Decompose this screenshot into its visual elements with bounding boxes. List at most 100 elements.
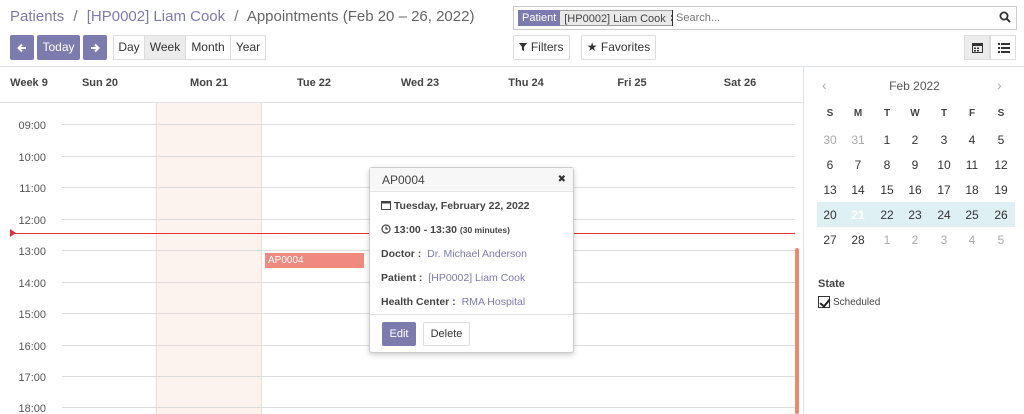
breadcrumb-patient[interactable]: [HP0002] Liam Cook: [87, 8, 225, 25]
mini-calendar-day[interactable]: 12: [987, 155, 1015, 175]
scale-day-button[interactable]: Day: [113, 35, 145, 60]
filters-button[interactable]: Filters: [513, 35, 570, 60]
time-label: 09:00: [18, 120, 46, 132]
calendar-sidebar: ‹ Feb 2022 › S M T W T F S 30 31 1 2 3 4…: [803, 67, 1024, 414]
breadcrumb-patients[interactable]: Patients: [10, 8, 64, 25]
breadcrumb: Patients / [HP0002] Liam Cook / Appointm…: [10, 8, 474, 25]
facet-value-text: [HP0002] Liam Cook: [564, 13, 666, 25]
scale-week-button[interactable]: Week: [144, 35, 186, 60]
mini-calendar-day[interactable]: 7: [844, 155, 872, 175]
mini-calendar-day[interactable]: 9: [901, 155, 929, 175]
time-label: 17:00: [18, 372, 46, 384]
scale-month-button[interactable]: Month: [185, 35, 231, 60]
mini-calendar-day[interactable]: 30: [816, 130, 844, 150]
scale-year-button[interactable]: Year: [230, 35, 266, 60]
weekday-label: W: [910, 108, 920, 119]
mini-calendar-day[interactable]: 5: [987, 230, 1015, 250]
day-header: Fri 25: [617, 77, 647, 89]
mini-calendar-day[interactable]: 6: [816, 155, 844, 175]
mini-calendar-day[interactable]: 10: [930, 155, 958, 175]
weekday-label: S: [997, 108, 1005, 119]
facet-label: Patient: [518, 10, 561, 26]
time-label: 18:00: [18, 403, 46, 414]
weekday-label: F: [968, 108, 976, 119]
mini-calendar-day[interactable]: 11: [958, 155, 986, 175]
next-button[interactable]: [83, 35, 107, 60]
mini-calendar-day[interactable]: 20: [816, 205, 844, 225]
weekday-label: T: [883, 108, 891, 119]
mini-calendar-day[interactable]: 5: [987, 130, 1015, 150]
patient-link[interactable]: [HP0002] Liam Cook: [428, 272, 525, 284]
edit-button[interactable]: Edit: [382, 322, 416, 346]
search-input[interactable]: [672, 10, 982, 26]
mini-calendar-day[interactable]: 28: [844, 230, 872, 250]
time-label: 11:00: [19, 183, 46, 195]
mini-calendar-today[interactable]: 21: [844, 205, 872, 225]
mini-calendar-day[interactable]: 8: [873, 155, 901, 175]
today-button[interactable]: Today: [37, 35, 80, 60]
mini-calendar-day[interactable]: 22: [873, 205, 901, 225]
calendar-icon: [381, 201, 391, 210]
health-center-link[interactable]: RMA Hospital: [462, 296, 526, 308]
mini-calendar-day[interactable]: 2: [901, 230, 929, 250]
checkbox-checked-icon[interactable]: [818, 296, 830, 308]
favorites-button[interactable]: ★ Favorites: [581, 35, 656, 60]
favorites-label: Favorites: [600, 40, 651, 54]
mini-calendar-day[interactable]: 14: [844, 180, 872, 200]
popover-center-row: Health Center : RMA Hospital: [381, 296, 525, 308]
state-filter-title: State: [818, 278, 845, 290]
weekday-label: T: [940, 108, 948, 119]
mini-calendar-day[interactable]: 31: [844, 130, 872, 150]
search-facet: Patient [HP0002] Liam Cook✖: [518, 10, 684, 26]
list-view-button[interactable]: [990, 35, 1016, 60]
delete-button[interactable]: Delete: [423, 322, 470, 346]
mini-calendar-day[interactable]: 16: [901, 180, 929, 200]
popover-date: Tuesday, February 22, 2022: [381, 200, 530, 212]
weekday-label: S: [826, 108, 834, 119]
scrollbar[interactable]: [795, 248, 799, 414]
mini-calendar-day[interactable]: 15: [873, 180, 901, 200]
mini-calendar-day[interactable]: 1: [873, 230, 901, 250]
mini-calendar-day[interactable]: 24: [930, 205, 958, 225]
mini-calendar-day[interactable]: 23: [901, 205, 929, 225]
mini-calendar-day[interactable]: 3: [930, 130, 958, 150]
mini-calendar-day[interactable]: 19: [987, 180, 1015, 200]
mini-calendar-day[interactable]: 25: [958, 205, 986, 225]
mini-calendar-day[interactable]: 1: [873, 130, 901, 150]
mini-calendar-day[interactable]: 3: [930, 230, 958, 250]
today-column: [156, 103, 262, 414]
popover-patient-row: Patient : [HP0002] Liam Cook: [381, 272, 525, 284]
search-icon[interactable]: [999, 11, 1011, 25]
hour-line: [62, 407, 795, 408]
arrow-left-icon: [17, 43, 26, 53]
popover-doctor-row: Doctor : Dr. Michael Anderson: [381, 248, 527, 260]
day-header: Mon 21: [190, 77, 228, 89]
state-filter-scheduled[interactable]: Scheduled: [818, 296, 880, 308]
mini-calendar-day[interactable]: 13: [816, 180, 844, 200]
doctor-link[interactable]: Dr. Michael Anderson: [427, 248, 527, 260]
mini-calendar-day[interactable]: 2: [901, 130, 929, 150]
breadcrumb-separator: /: [73, 8, 78, 25]
time-label: 10:00: [18, 152, 46, 164]
search-bar: Patient [HP0002] Liam Cook✖: [513, 6, 1017, 30]
mini-calendar-day[interactable]: 4: [958, 230, 986, 250]
time-label: 13:00: [18, 246, 46, 258]
hour-line: [62, 156, 795, 157]
mini-calendar-day[interactable]: 17: [930, 180, 958, 200]
list-icon: [998, 43, 1010, 53]
weekday-label: M: [853, 108, 863, 119]
chevron-right-icon[interactable]: ›: [997, 77, 1002, 93]
mini-calendar-day[interactable]: 18: [958, 180, 986, 200]
calendar-view-button[interactable]: [964, 35, 990, 60]
breadcrumb-separator: /: [234, 8, 239, 25]
control-panel: Patients / [HP0002] Liam Cook / Appointm…: [0, 0, 1024, 67]
time-label: 12:00: [18, 215, 46, 227]
mini-calendar-day[interactable]: 26: [987, 205, 1015, 225]
time-label: 16:00: [18, 341, 46, 353]
previous-button[interactable]: [10, 35, 34, 60]
facet-value: [HP0002] Liam Cook✖: [560, 10, 684, 26]
mini-calendar-day[interactable]: 4: [958, 130, 986, 150]
calendar-event[interactable]: AP0004: [265, 253, 364, 268]
mini-calendar-day[interactable]: 27: [816, 230, 844, 250]
close-icon[interactable]: ✖: [558, 174, 566, 185]
